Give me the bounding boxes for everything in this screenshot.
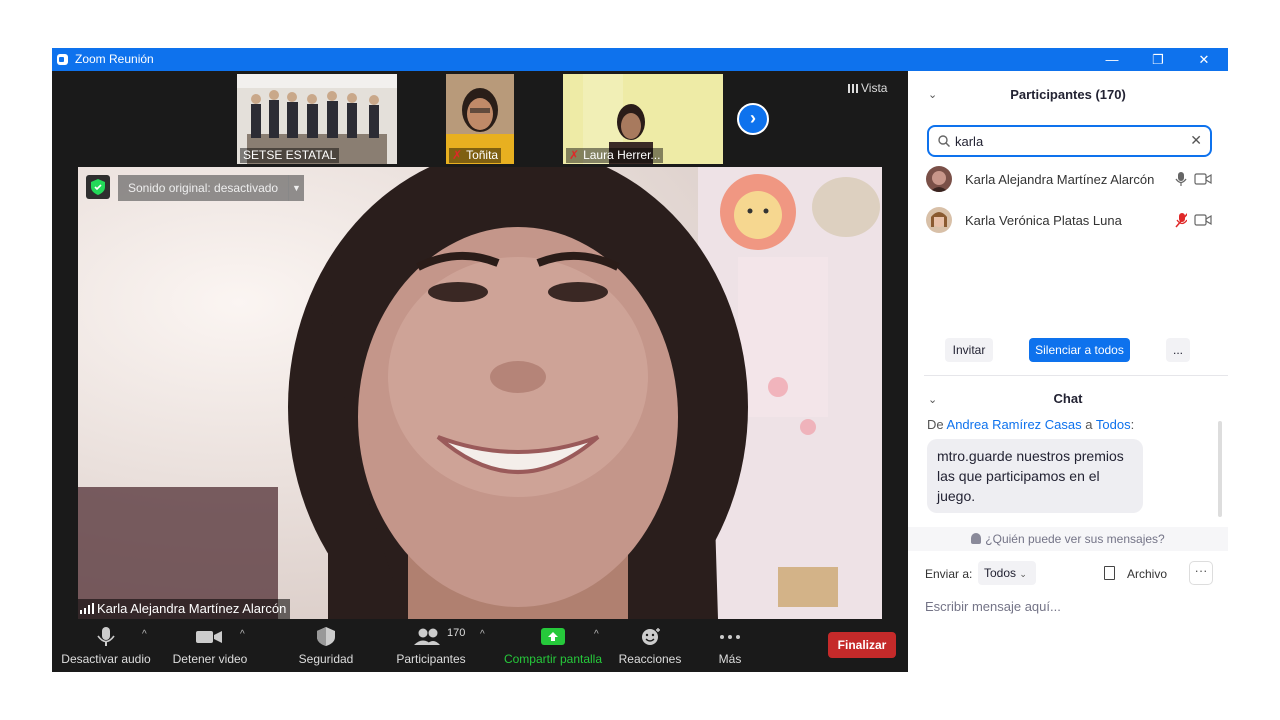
avatar	[926, 166, 952, 192]
participants-button[interactable]: 170 Participantes	[388, 621, 474, 672]
minimize-button[interactable]: —	[1089, 48, 1135, 71]
more-dots-icon	[720, 635, 740, 639]
participants-more-button[interactable]: ...	[1166, 338, 1190, 362]
file-icon[interactable]	[1104, 566, 1115, 580]
divider	[924, 375, 1228, 376]
muted-microphone-icon[interactable]	[1175, 212, 1187, 228]
search-icon	[938, 135, 950, 147]
close-window-button[interactable]: ✕	[1181, 48, 1227, 71]
participant-name: Karla Verónica Platas Luna	[965, 213, 1122, 228]
meeting-toolbar: Desactivar audio ^ Detener video ^ Segur…	[52, 621, 908, 672]
chat-scrollbar[interactable]	[1218, 421, 1222, 517]
participants-count: 170	[447, 627, 466, 639]
participant-row[interactable]: Karla Verónica Platas Luna	[926, 206, 1216, 234]
active-speaker-video: Sonido original: desactivado ▼ Karla Ale…	[78, 167, 882, 619]
file-button[interactable]: Archivo	[1127, 567, 1167, 581]
participant-search-input[interactable]	[955, 132, 1185, 151]
chat-panel-title: Chat	[1053, 391, 1083, 406]
sender-name-link[interactable]: Andrea Ramírez Casas	[947, 417, 1082, 432]
original-sound-button[interactable]: Sonido original: desactivado	[118, 175, 289, 201]
zoom-app-icon	[57, 54, 68, 65]
thumbnail-name: SETSE ESTATAL	[240, 148, 340, 163]
reactions-button[interactable]: Reacciones	[614, 621, 686, 672]
muted-mic-icon: ✗	[569, 148, 580, 162]
participants-options-caret[interactable]: ^	[480, 629, 485, 640]
signal-strength-icon	[80, 603, 94, 614]
video-options-caret[interactable]: ^	[240, 629, 245, 640]
message-sender-line: De Andrea Ramírez Casas a Todos:	[927, 417, 1135, 432]
stop-video-button[interactable]: Detener video	[160, 621, 260, 672]
active-speaker-name: Karla Alejandra Martínez Alarcón	[78, 599, 291, 619]
more-button[interactable]: Más	[702, 621, 758, 672]
side-panel: ⌄ Participantes (170) ✕ Karla Alejandra …	[908, 71, 1228, 672]
send-to-label: Enviar a:	[925, 567, 973, 581]
chat-message-bubble: mtro.guarde nuestros premios las que par…	[927, 439, 1143, 513]
participants-panel-title: Participantes (170)	[1010, 87, 1126, 102]
chevron-down-icon: ⌄	[1019, 569, 1027, 579]
restore-button[interactable]: ❐	[1135, 48, 1181, 71]
original-sound-dropdown[interactable]: ▼	[288, 175, 304, 201]
muted-mic-icon: ✗	[452, 148, 463, 162]
thumbnail-video-3[interactable]: ✗ Laura Herrer...	[563, 74, 723, 164]
next-page-button[interactable]: ›	[737, 103, 769, 135]
mute-audio-button[interactable]: Desactivar audio	[58, 621, 154, 672]
send-to-dropdown[interactable]: Todos ⌄	[978, 561, 1036, 585]
meeting-area: SETSE ESTATAL ✗Toñita ✗Laura Herrer...	[52, 71, 908, 672]
title-bar: Zoom Reunión — ❐ ✕	[52, 48, 1228, 71]
audio-options-caret[interactable]: ^	[142, 629, 147, 640]
thumbnail-name: ✗ Laura Herrer...	[566, 148, 664, 163]
video-off-icon[interactable]	[1194, 172, 1212, 186]
share-screen-button[interactable]: Compartir pantalla	[500, 621, 606, 672]
video-off-icon[interactable]	[1194, 213, 1212, 227]
thumbnail-video-2[interactable]: ✗ Toñita	[446, 74, 514, 164]
person-info-icon	[971, 533, 982, 544]
view-button[interactable]: Vista	[848, 81, 887, 95]
share-options-caret[interactable]: ^	[594, 629, 599, 640]
end-meeting-button[interactable]: Finalizar	[828, 632, 896, 658]
zoom-window: Zoom Reunión — ❐ ✕ SETSE ESTATAL ✗ Toñit…	[52, 48, 1228, 672]
video-camera-icon	[196, 631, 222, 643]
clear-search-icon[interactable]: ✕	[1190, 132, 1202, 149]
participant-row[interactable]: Karla Alejandra Martínez Alarcón	[926, 165, 1216, 193]
who-can-see-messages-link[interactable]: ¿Quién puede ver sus mensajes?	[908, 527, 1228, 551]
speaker-video-image	[78, 167, 882, 619]
chat-message-input[interactable]	[925, 595, 1215, 617]
microphone-icon[interactable]	[1175, 171, 1187, 187]
participant-name: Karla Alejandra Martínez Alarcón	[965, 172, 1155, 187]
reaction-emoji-icon	[642, 628, 660, 645]
mute-all-button[interactable]: Silenciar a todos	[1029, 338, 1130, 362]
invite-button[interactable]: Invitar	[945, 338, 993, 362]
window-title: Zoom Reunión	[75, 52, 154, 66]
grid-icon	[848, 84, 858, 93]
security-button[interactable]: Seguridad	[288, 621, 364, 672]
thumbnail-video-1[interactable]: SETSE ESTATAL	[237, 74, 397, 164]
recipient-name-link[interactable]: Todos	[1096, 417, 1131, 432]
thumbnail-name: ✗ Toñita	[449, 148, 502, 163]
avatar	[926, 207, 952, 233]
share-screen-icon	[541, 628, 565, 645]
participant-search-box[interactable]: ✕	[927, 125, 1212, 157]
chat-more-button[interactable]: ···	[1189, 561, 1213, 585]
security-shield-icon[interactable]	[86, 175, 110, 199]
shield-icon	[317, 627, 335, 646]
microphone-icon	[97, 627, 115, 646]
